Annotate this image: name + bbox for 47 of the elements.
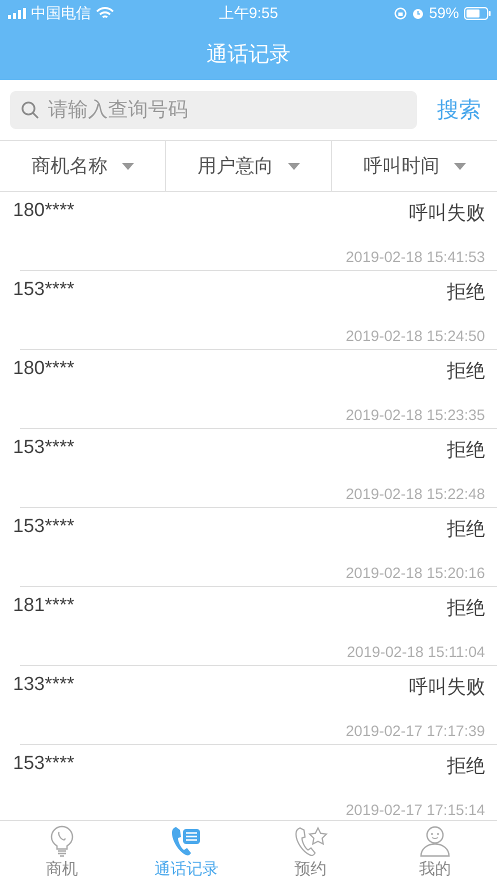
phone-list-icon [170, 824, 202, 856]
tab[interactable]: 预约 [248, 821, 373, 883]
user-icon [420, 824, 450, 856]
search-field[interactable]: 请输入查询号码 [10, 91, 417, 129]
call-time: 2019-02-17 17:17:39 [346, 723, 485, 740]
carrier-name: 中国电信 [31, 4, 91, 23]
tab[interactable]: 通话记录 [124, 821, 248, 883]
phone-number: 180**** [13, 358, 74, 381]
call-status: 拒绝 [447, 439, 485, 463]
wifi-icon [96, 7, 114, 20]
caret-icon [288, 162, 300, 170]
call-status: 拒绝 [447, 360, 485, 384]
search-icon [21, 101, 39, 119]
caret-icon [122, 162, 134, 170]
tab[interactable]: 商机 [0, 821, 124, 883]
call-status: 拒绝 [447, 518, 485, 542]
call-status: 拒绝 [447, 597, 485, 621]
phone-number: 133**** [13, 674, 74, 697]
call-time: 2019-02-18 15:24:50 [346, 328, 485, 345]
phone-star-icon [294, 824, 328, 856]
battery-icon [464, 7, 491, 20]
clock-time: 上午9:55 [218, 4, 278, 23]
call-time: 2019-02-17 17:15:14 [346, 802, 485, 819]
rotation-lock-icon [394, 7, 407, 20]
call-status: 呼叫失败 [409, 202, 485, 226]
battery-percent: 59% [428, 5, 459, 22]
call-time: 2019-02-18 15:11:04 [346, 644, 485, 661]
search-button[interactable]: 搜索 [431, 91, 487, 129]
lightbulb-icon [50, 824, 74, 856]
page-title: 通话记录 [206, 42, 290, 68]
phone-number: 153**** [13, 753, 74, 776]
tab[interactable]: 我的 [372, 821, 497, 883]
alarm-icon [412, 7, 424, 20]
signal-icon [8, 8, 26, 19]
phone-number: 153**** [13, 279, 74, 302]
call-status: 呼叫失败 [409, 676, 485, 700]
phone-number: 153**** [13, 437, 74, 460]
call-time: 2019-02-18 15:41:53 [346, 249, 485, 266]
call-time: 2019-02-18 15:20:16 [346, 565, 485, 582]
call-time: 2019-02-18 15:23:35 [346, 407, 485, 424]
caret-icon [454, 162, 466, 170]
call-time: 2019-02-18 15:22:48 [346, 486, 485, 503]
phone-number: 180**** [13, 200, 74, 223]
call-status: 拒绝 [447, 281, 485, 305]
phone-number: 153**** [13, 516, 74, 539]
phone-number: 181**** [13, 595, 74, 618]
call-status: 拒绝 [447, 755, 485, 779]
